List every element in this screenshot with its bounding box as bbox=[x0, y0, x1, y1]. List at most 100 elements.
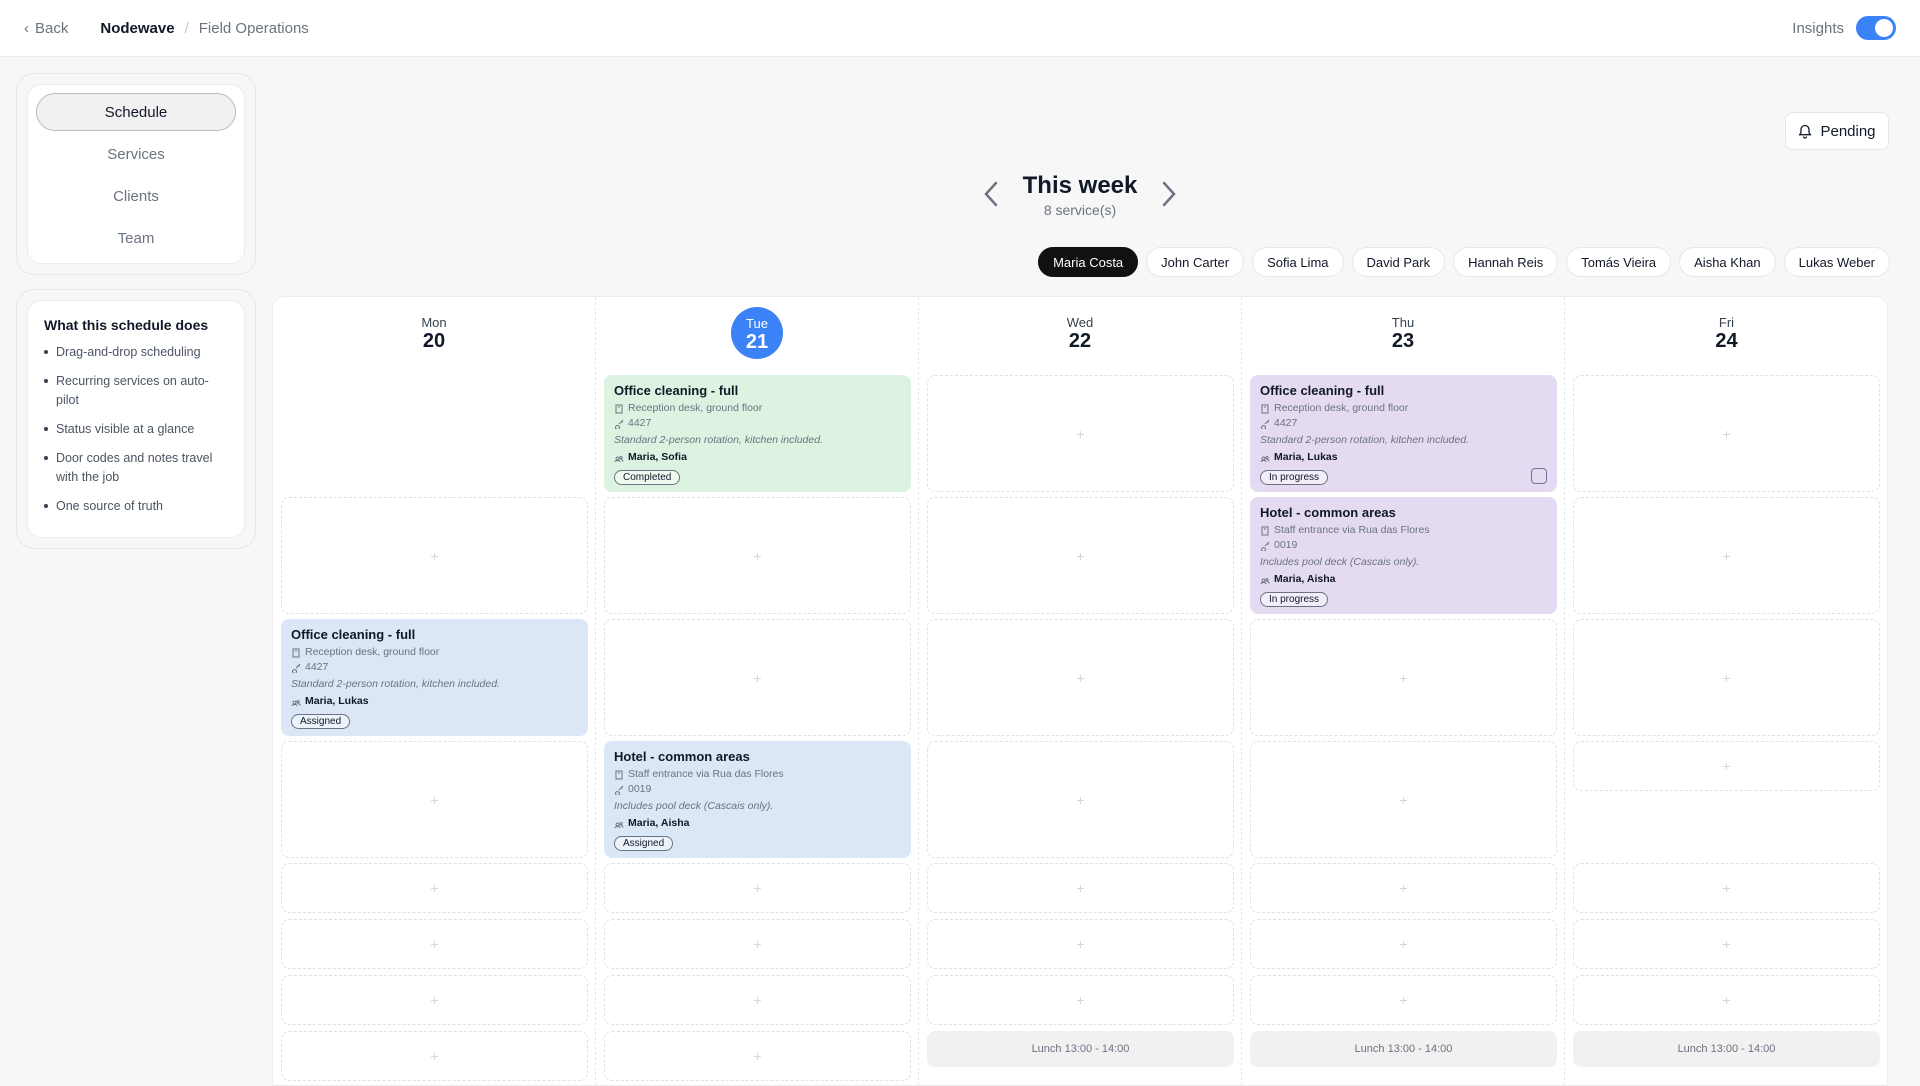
add-slot[interactable]: + bbox=[604, 863, 911, 913]
card-code-text: 0019 bbox=[1274, 539, 1298, 551]
person-chip[interactable]: Aisha Khan bbox=[1679, 247, 1776, 277]
add-slot[interactable]: + bbox=[281, 741, 588, 858]
back-button[interactable]: ‹ Back bbox=[24, 20, 68, 37]
card-door-code: 4427 bbox=[1260, 416, 1547, 431]
pending-button[interactable]: Pending bbox=[1785, 112, 1889, 150]
person-chip[interactable]: John Carter bbox=[1146, 247, 1245, 277]
insights-toggle[interactable] bbox=[1856, 16, 1896, 40]
building-icon bbox=[1261, 404, 1269, 413]
add-slot[interactable]: + bbox=[927, 863, 1234, 913]
add-slot[interactable]: + bbox=[1573, 497, 1880, 614]
top-bar: ‹ Back Nodewave / Field Operations Insig… bbox=[0, 0, 1920, 57]
add-slot[interactable]: + bbox=[604, 919, 911, 969]
card-workers-text: Maria, Aisha bbox=[1274, 573, 1336, 585]
day-name: Mon bbox=[421, 315, 447, 330]
person-chip[interactable]: Lukas Weber bbox=[1783, 247, 1890, 277]
next-week-icon[interactable] bbox=[1158, 180, 1180, 208]
person-chip[interactable]: Maria Costa bbox=[1038, 247, 1139, 277]
add-slot[interactable]: + bbox=[281, 1031, 588, 1081]
card-location-text: Reception desk, ground floor bbox=[628, 402, 763, 414]
breadcrumb-separator: / bbox=[184, 19, 189, 37]
add-slot[interactable]: + bbox=[927, 975, 1234, 1025]
nav-item-team[interactable]: Team bbox=[36, 219, 236, 257]
status-badge: In progress bbox=[1260, 592, 1329, 607]
service-card[interactable]: Hotel - common areas Staff entrance via R… bbox=[1250, 497, 1557, 614]
add-slot[interactable]: + bbox=[1573, 619, 1880, 736]
card-location: Staff entrance via Rua das Flores bbox=[1260, 523, 1547, 538]
card-note: Standard 2-person rotation, kitchen incl… bbox=[291, 678, 500, 690]
service-card[interactable]: Office cleaning - full Reception desk, gr… bbox=[1250, 375, 1557, 492]
add-slot[interactable]: + bbox=[927, 919, 1234, 969]
add-slot[interactable]: + bbox=[1250, 741, 1557, 858]
lunch-break: Lunch 13:00 - 14:00 bbox=[927, 1031, 1234, 1067]
insights-label: Insights bbox=[1792, 19, 1844, 37]
key-icon bbox=[1261, 419, 1270, 429]
add-slot[interactable]: + bbox=[927, 741, 1234, 858]
sidebar-nav-inner: Schedule Services Clients Team bbox=[27, 84, 245, 264]
service-card[interactable]: Office cleaning - full Reception desk, gr… bbox=[604, 375, 911, 492]
info-title: What this schedule does bbox=[44, 317, 209, 333]
add-slot[interactable]: + bbox=[1573, 863, 1880, 913]
info-list-item: Door codes and notes travel with the job bbox=[44, 449, 228, 487]
add-slot[interactable]: + bbox=[604, 975, 911, 1025]
key-icon bbox=[1261, 541, 1270, 551]
day-header: Mon 20 bbox=[273, 315, 595, 353]
day-name: Fri bbox=[1718, 315, 1735, 330]
nav-item-clients[interactable]: Clients bbox=[36, 177, 236, 215]
add-slot[interactable]: + bbox=[604, 619, 911, 736]
breadcrumb-brand[interactable]: Nodewave bbox=[100, 20, 174, 37]
service-card[interactable]: Hotel - common areas Staff entrance via R… bbox=[604, 741, 911, 858]
add-slot[interactable]: + bbox=[927, 619, 1234, 736]
day-name: Thu bbox=[1391, 315, 1415, 330]
expand-icon[interactable] bbox=[1531, 468, 1547, 484]
add-slot[interactable]: + bbox=[1250, 919, 1557, 969]
info-list-item: Drag-and-drop scheduling bbox=[44, 343, 228, 362]
person-chip[interactable]: David Park bbox=[1351, 247, 1446, 277]
day-date: 23 bbox=[1391, 330, 1415, 352]
card-workers-text: Maria, Lukas bbox=[305, 695, 369, 707]
add-slot[interactable]: + bbox=[281, 497, 588, 614]
key-icon bbox=[292, 663, 301, 673]
service-card[interactable]: Office cleaning - full Reception desk, gr… bbox=[281, 619, 588, 736]
card-note: Standard 2-person rotation, kitchen incl… bbox=[614, 434, 823, 446]
team-icon bbox=[1260, 577, 1270, 584]
nav-item-services[interactable]: Services bbox=[36, 135, 236, 173]
add-slot[interactable]: + bbox=[1573, 975, 1880, 1025]
add-slot[interactable]: + bbox=[1573, 375, 1880, 492]
card-workers-text: Maria, Lukas bbox=[1274, 451, 1338, 463]
card-workers: Maria, Aisha bbox=[614, 816, 901, 831]
nav-item-schedule[interactable]: Schedule bbox=[36, 93, 236, 131]
add-slot[interactable]: + bbox=[927, 375, 1234, 492]
card-title: Office cleaning - full bbox=[614, 383, 739, 398]
card-location: Reception desk, ground floor bbox=[291, 645, 578, 660]
add-slot[interactable]: + bbox=[1573, 919, 1880, 969]
add-slot[interactable]: + bbox=[604, 1031, 911, 1081]
add-slot[interactable]: + bbox=[1250, 863, 1557, 913]
add-slot[interactable]: + bbox=[1250, 619, 1557, 736]
add-slot[interactable]: + bbox=[281, 919, 588, 969]
person-chip[interactable]: Hannah Reis bbox=[1453, 247, 1559, 277]
team-icon bbox=[614, 455, 624, 462]
add-slot[interactable]: + bbox=[927, 497, 1234, 614]
day-header: Tue 21 bbox=[731, 307, 783, 359]
add-slot[interactable]: + bbox=[1573, 741, 1880, 791]
info-panel: What this schedule does Drag-and-drop sc… bbox=[16, 289, 256, 549]
sidebar-nav: Schedule Services Clients Team bbox=[16, 73, 256, 275]
add-slot[interactable]: + bbox=[604, 497, 911, 614]
card-door-code: 0019 bbox=[1260, 538, 1547, 553]
add-slot[interactable]: + bbox=[281, 863, 588, 913]
card-title: Hotel - common areas bbox=[1260, 505, 1396, 520]
lunch-break: Lunch 13:00 - 14:00 bbox=[1573, 1031, 1880, 1067]
card-code-text: 0019 bbox=[628, 783, 652, 795]
card-code-text: 4427 bbox=[628, 417, 652, 429]
card-door-code: 4427 bbox=[614, 416, 901, 431]
card-location-text: Reception desk, ground floor bbox=[305, 646, 440, 658]
back-label: Back bbox=[35, 19, 69, 37]
person-chip[interactable]: Sofia Lima bbox=[1252, 247, 1344, 277]
breadcrumb-section: Field Operations bbox=[198, 19, 309, 37]
add-slot[interactable]: + bbox=[281, 975, 588, 1025]
card-workers: Maria, Sofia bbox=[614, 450, 901, 465]
add-slot[interactable]: + bbox=[1250, 975, 1557, 1025]
status-badge: Assigned bbox=[614, 836, 674, 851]
person-chip[interactable]: Tomás Vieira bbox=[1566, 247, 1672, 277]
